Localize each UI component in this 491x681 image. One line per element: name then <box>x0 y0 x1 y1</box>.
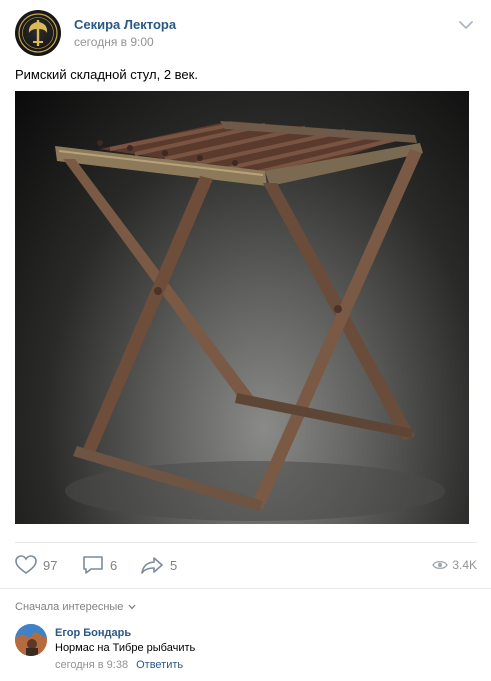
reply-button[interactable]: Ответить <box>136 659 183 671</box>
divider <box>0 588 491 589</box>
post-photo[interactable] <box>15 91 469 524</box>
comment-text: Нормас на Тибре рыбачить <box>55 642 196 654</box>
views-counter: 3.4K <box>432 554 477 576</box>
heart-icon <box>15 555 37 574</box>
shares-count: 5 <box>170 557 178 573</box>
avatar-image <box>15 624 47 656</box>
comment-time[interactable]: сегодня в 9:38 <box>55 659 128 671</box>
comment-button[interactable]: 6 <box>82 554 117 576</box>
views-count: 3.4K <box>452 558 477 572</box>
post-time[interactable]: сегодня в 9:00 <box>74 35 154 49</box>
comment-icon <box>83 556 103 574</box>
commenter-avatar[interactable] <box>15 624 47 656</box>
comment-meta: сегодня в 9:38 Ответить <box>55 659 183 671</box>
eye-icon <box>432 560 449 570</box>
chevron-down-icon[interactable] <box>459 20 473 30</box>
post-author[interactable]: Секира Лектора <box>74 17 176 32</box>
post-text: Римский складной стул, 2 век. <box>15 67 198 82</box>
community-avatar[interactable] <box>15 10 61 56</box>
post-header: Секира Лектора сегодня в 9:00 <box>15 10 477 56</box>
post-actions: 97 6 5 3.4K <box>15 554 477 576</box>
divider <box>15 542 477 543</box>
comment-item: Егор Бондарь Нормас на Тибре рыбачить се… <box>15 624 477 674</box>
share-button[interactable]: 5 <box>140 554 177 576</box>
comments-count: 6 <box>110 557 118 573</box>
comment-author[interactable]: Егор Бондарь <box>55 627 131 639</box>
comments-sort-dropdown[interactable]: Сначала интересные <box>15 601 136 613</box>
likes-count: 97 <box>43 557 58 573</box>
roman-folding-stool-photo <box>55 121 445 521</box>
axe-emblem-icon <box>18 13 58 53</box>
sort-label: Сначала интересные <box>15 601 124 613</box>
like-button[interactable]: 97 <box>15 554 57 576</box>
chevron-down-icon <box>128 604 136 610</box>
share-icon <box>141 557 163 574</box>
